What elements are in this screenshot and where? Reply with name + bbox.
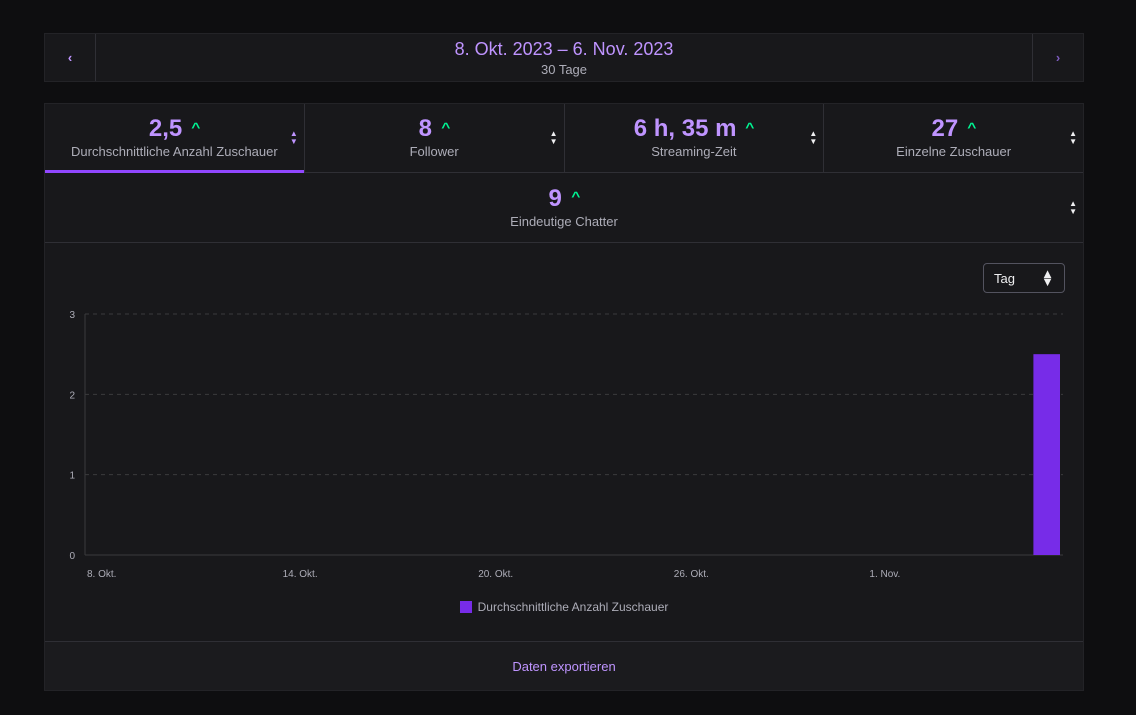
trend-up-icon: ^ — [745, 119, 755, 135]
metric-label: Follower — [409, 144, 459, 159]
metric-value: 27 — [931, 115, 959, 142]
metric-label: Streaming-Zeit — [651, 144, 737, 159]
metric-tab-streaming-time[interactable]: 6 h, 35 m ^ Streaming-Zeit ▲ ▼ — [565, 104, 825, 172]
chevron-left-icon: ‹ — [67, 50, 73, 65]
metric-tab-average-viewers[interactable]: 2,5 ^ Durchschnittliche Anzahl Zuschauer… — [45, 104, 305, 173]
next-period-button[interactable]: › — [1032, 34, 1083, 81]
trend-up-icon: ^ — [441, 119, 451, 135]
date-range-text: 8. Okt. 2023 – 6. Nov. 2023 — [454, 38, 674, 59]
y-tick-label: 3 — [69, 310, 75, 321]
y-tick-label: 0 — [69, 551, 75, 562]
metric-label: Eindeutige Chatter — [510, 213, 618, 229]
trend-up-icon: ^ — [191, 119, 201, 135]
x-tick-label: 20. Okt. — [478, 569, 513, 580]
trend-up-icon: ^ — [571, 189, 581, 204]
previous-period-button[interactable]: ‹ — [45, 34, 96, 81]
interval-select-value: Tag — [994, 270, 1015, 286]
interval-select[interactable]: Tag ▲ ▼ — [983, 263, 1065, 293]
x-tick-label: 26. Okt. — [674, 569, 709, 580]
x-tick-label: 1. Nov. — [869, 569, 900, 580]
date-range-days: 30 Tage — [540, 61, 588, 77]
x-tick-label: 14. Okt. — [283, 569, 318, 580]
metric-value: 9 — [548, 184, 562, 212]
metric-value: 8 — [418, 115, 432, 142]
y-tick-label: 1 — [69, 471, 75, 482]
metric-tab-unique-chatters[interactable]: 9 ^ Eindeutige Chatter ▲ ▼ — [45, 173, 1083, 242]
export-data-label: Daten exportieren — [512, 658, 616, 674]
x-tick-label: 8. Okt. — [87, 569, 116, 580]
analytics-panel: 2,5 ^ Durchschnittliche Anzahl Zuschauer… — [44, 103, 1084, 691]
select-chevron-icon: ▲ ▼ — [1041, 266, 1054, 289]
sort-toggle-icon[interactable]: ▲ ▼ — [1069, 199, 1077, 216]
metric-label: Durchschnittliche Anzahl Zuschauer — [71, 144, 278, 159]
metric-tab-followers[interactable]: 8 ^ Follower ▲ ▼ — [305, 104, 565, 172]
sort-toggle-icon[interactable]: ▲ ▼ — [550, 130, 558, 146]
y-tick-label: 2 — [69, 390, 75, 401]
sort-toggle-icon[interactable]: ▲ ▼ — [809, 130, 817, 146]
sort-toggle-icon[interactable]: ▲ ▼ — [1069, 130, 1077, 146]
metric-row-secondary: 9 ^ Eindeutige Chatter ▲ ▼ — [45, 173, 1083, 243]
legend-swatch — [459, 601, 472, 613]
metric-label: Einzelne Zuschauer — [896, 144, 1012, 159]
chart-legend: Durchschnittliche Anzahl Zuschauer — [45, 600, 1083, 614]
metric-value: 6 h, 35 m — [633, 115, 737, 142]
metric-row: 2,5 ^ Durchschnittliche Anzahl Zuschauer… — [45, 104, 1083, 173]
chevron-right-icon: › — [1055, 50, 1061, 65]
export-data-button[interactable]: Daten exportieren — [45, 641, 1083, 690]
metric-tab-unique-viewers[interactable]: 27 ^ Einzelne Zuschauer ▲ ▼ — [824, 104, 1083, 172]
legend-label: Durchschnittliche Anzahl Zuschauer — [477, 600, 669, 614]
sort-toggle-icon[interactable]: ▲ ▼ — [290, 130, 298, 146]
metric-value: 2,5 — [148, 115, 183, 142]
chart-bar — [1033, 354, 1060, 555]
trend-up-icon: ^ — [967, 119, 977, 135]
date-range-bar: ‹ 8. Okt. 2023 – 6. Nov. 2023 30 Tage › — [44, 33, 1084, 82]
date-range-display: 8. Okt. 2023 – 6. Nov. 2023 30 Tage — [96, 34, 1032, 81]
bar-chart: 0 1 2 3 8. Okt. 14. Okt. 20. Okt. 26. Okt. 1. No… — [69, 310, 1063, 580]
